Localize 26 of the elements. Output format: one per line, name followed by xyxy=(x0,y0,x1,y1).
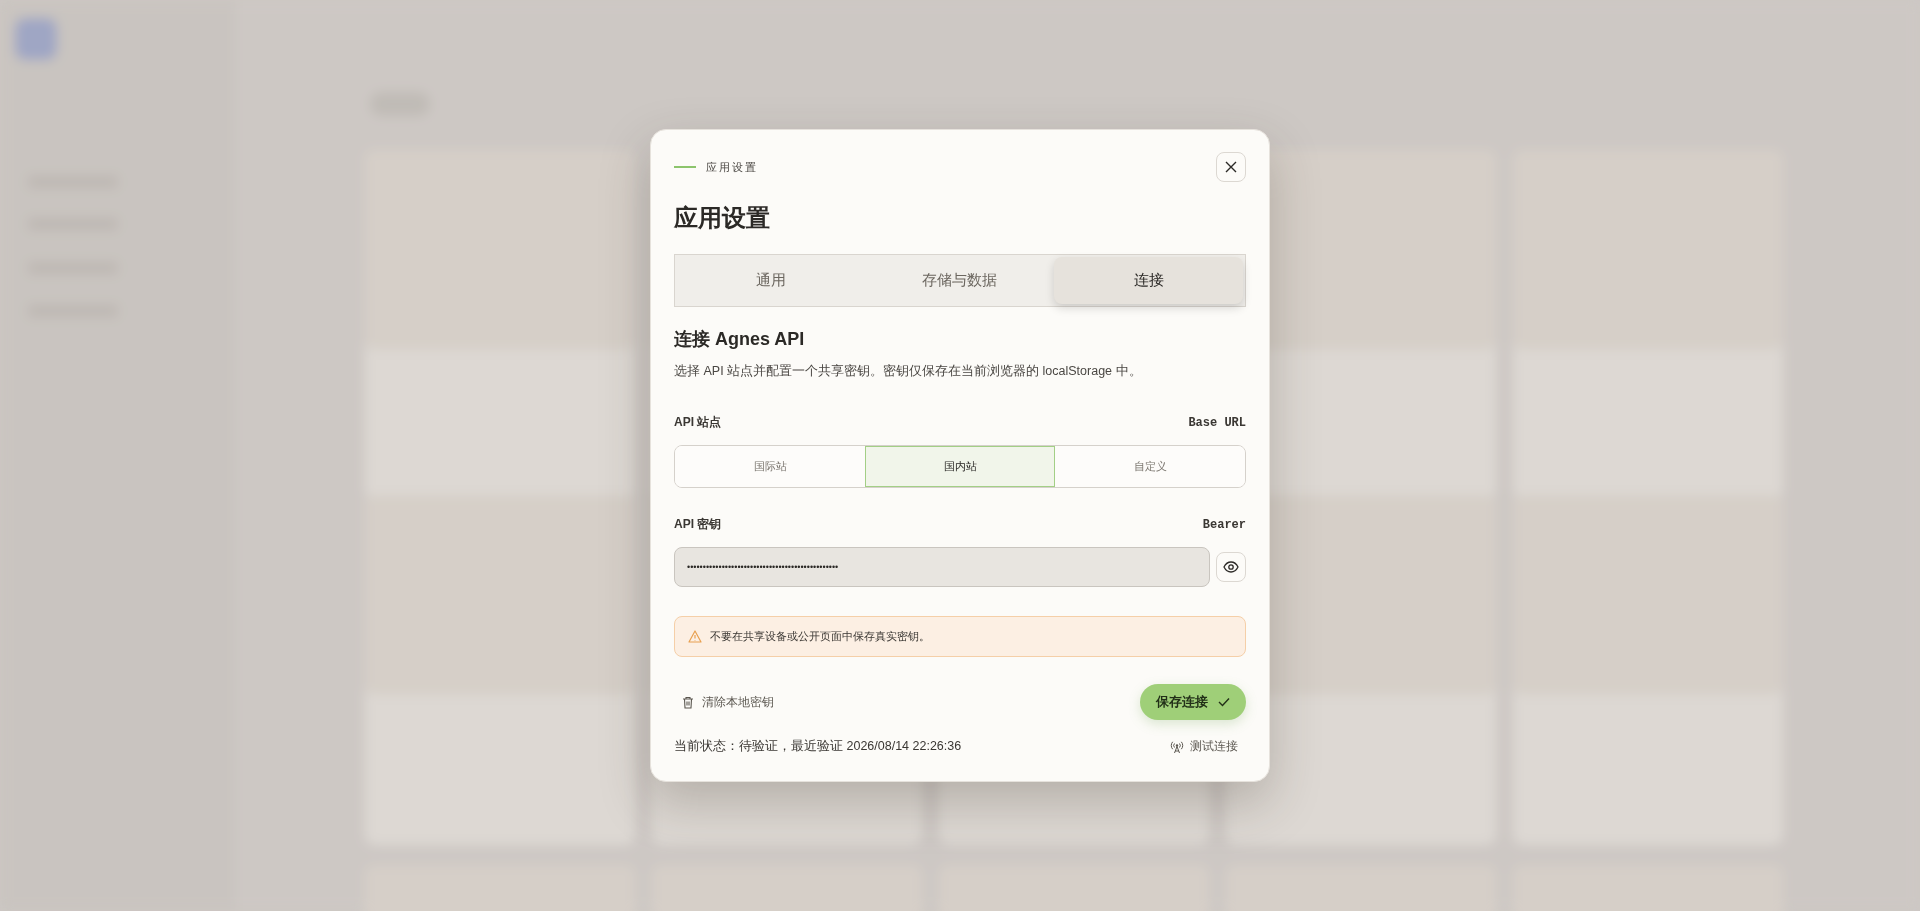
close-button[interactable] xyxy=(1216,152,1246,182)
api-key-field[interactable]: •••••••••••••••••••••••••••••••••••••••••••••••• xyxy=(674,547,1210,587)
warning-icon xyxy=(688,630,702,643)
warning-text: 不要在共享设备或公开页面中保存真实密钥。 xyxy=(710,629,930,644)
save-button[interactable]: 保存连接 xyxy=(1140,684,1246,720)
clear-key-button[interactable]: 清除本地密钥 xyxy=(674,689,782,715)
section-description: 选择 API 站点并配置一个共享密钥。密钥仅保存在当前浏览器的 localStorage 中。 xyxy=(674,363,1143,380)
status-text: 当前状态：待验证，最近验证 2026/08/14 22:26:36 xyxy=(674,738,962,755)
dialog-title: 应用设置 xyxy=(674,203,771,233)
field-label: API 密钥 xyxy=(674,516,722,533)
show-key-button[interactable] xyxy=(1216,552,1246,582)
test-connection-button[interactable]: 测试连接 xyxy=(1162,736,1246,757)
trash-icon xyxy=(682,695,694,709)
antenna-icon xyxy=(1170,739,1184,754)
close-icon xyxy=(1225,161,1237,173)
eye-icon xyxy=(1223,561,1239,573)
settings-tab[interactable]: 连接 xyxy=(1054,257,1243,304)
section-title: 连接 Agnes API xyxy=(674,328,806,351)
settings-tab[interactable]: 存储与数据 xyxy=(865,257,1055,304)
field-label: API 站点 xyxy=(674,414,722,431)
field-hint: Base URL xyxy=(1188,415,1246,430)
dialog-eyebrow: 应用设置 xyxy=(706,159,758,175)
field-hint: Bearer xyxy=(1202,517,1246,532)
check-icon xyxy=(1218,697,1230,707)
settings-tab[interactable]: 通用 xyxy=(677,257,866,304)
endpoint-option[interactable]: 国内站 xyxy=(865,446,1055,487)
